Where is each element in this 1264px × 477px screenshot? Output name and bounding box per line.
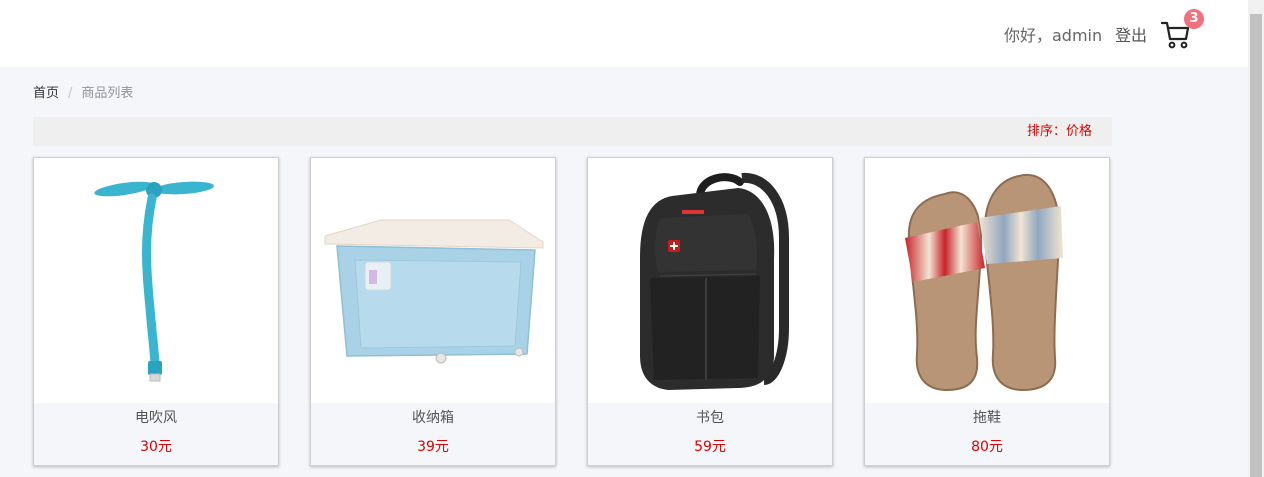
usb-fan-image[interactable] (34, 158, 278, 403)
user-greeting: 你好，admin (1004, 26, 1103, 45)
top-header: 你好，admin 登出 3 (0, 0, 1248, 67)
breadcrumb-separator: / (68, 86, 73, 101)
sort-by-price-button[interactable]: 排序：价格 (1027, 123, 1092, 140)
product-name: 书包 (696, 410, 724, 426)
scrollbar-thumb[interactable] (1250, 14, 1262, 477)
breadcrumb: 首页 / 商品列表 (33, 85, 133, 103)
product-name: 拖鞋 (973, 410, 1001, 426)
product-price: 39元 (417, 439, 449, 455)
product-price: 59元 (694, 439, 726, 455)
backpack-image[interactable] (588, 158, 832, 403)
product-name: 电吹风 (135, 410, 177, 426)
breadcrumb-current: 商品列表 (81, 86, 134, 101)
product-price: 30元 (140, 439, 172, 455)
slippers-image[interactable] (865, 158, 1109, 403)
product-card[interactable]: 电吹风 30元 (33, 157, 279, 466)
product-card[interactable]: 书包 59元 (587, 157, 833, 466)
breadcrumb-home[interactable]: 首页 (33, 86, 59, 101)
sort-bar: 排序：价格 (33, 117, 1112, 146)
product-card[interactable]: 拖鞋 80元 (864, 157, 1110, 466)
vertical-scrollbar[interactable] (1248, 0, 1264, 477)
cart-count-badge: 3 (1184, 9, 1204, 29)
logout-link[interactable]: 登出 (1115, 26, 1147, 46)
product-name: 收纳箱 (412, 410, 454, 426)
product-price: 80元 (971, 439, 1003, 455)
storage-box-image[interactable] (311, 158, 555, 403)
product-card[interactable]: 收纳箱 39元 (310, 157, 556, 466)
